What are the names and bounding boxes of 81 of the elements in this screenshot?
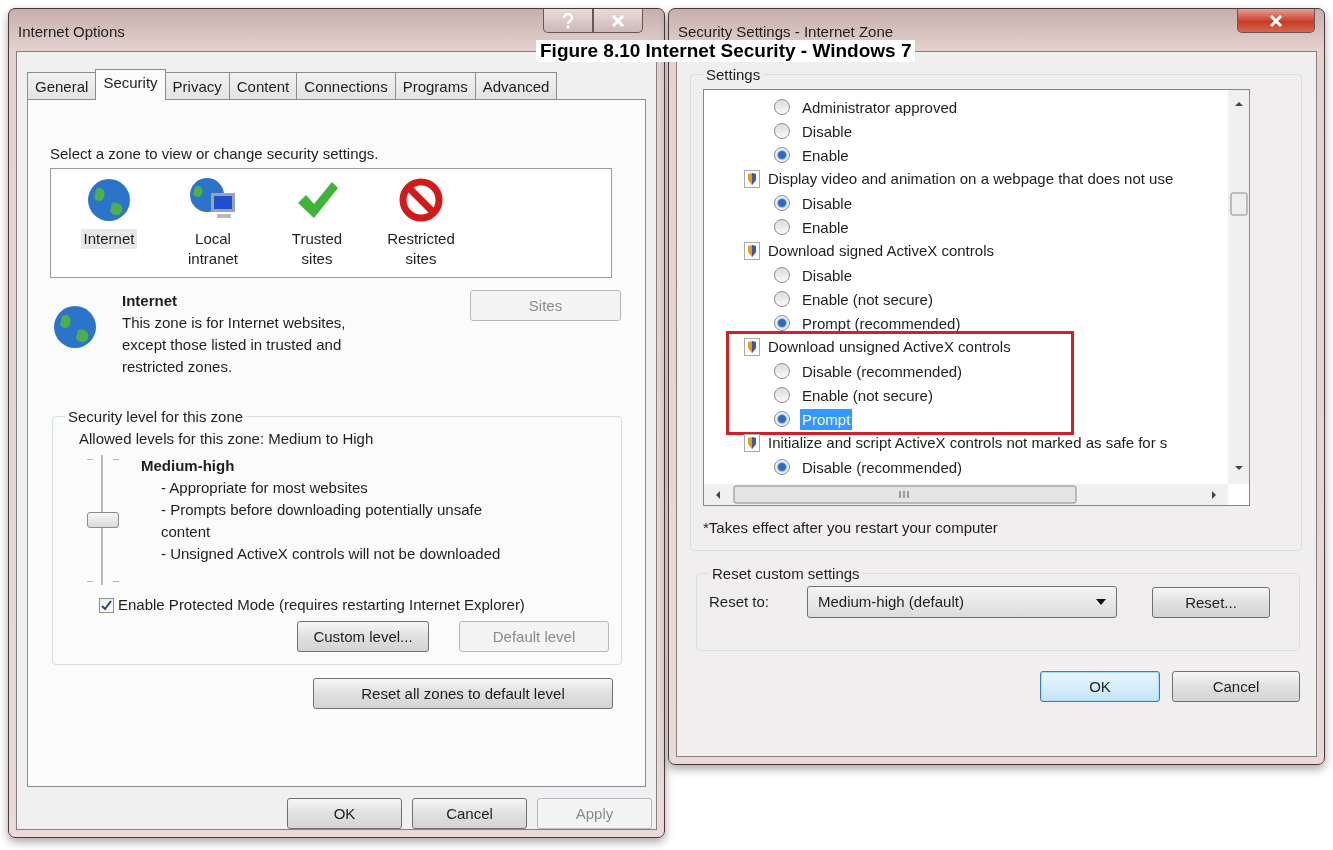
radio-button[interactable] [774, 387, 790, 403]
option-label[interactable]: Enable [800, 216, 851, 238]
dropdown-arrow-icon [1096, 599, 1106, 605]
radio-button[interactable] [774, 459, 790, 475]
reset-all-button[interactable]: Reset all zones to default level [313, 678, 613, 709]
reset-dropdown[interactable]: Medium-high (default) [807, 586, 1117, 618]
close-button[interactable] [593, 9, 643, 33]
tab[interactable]: General [27, 72, 97, 99]
option-label[interactable]: Enable (not secure) [800, 288, 935, 310]
zone-item[interactable]: Trusted sites [272, 229, 362, 269]
option-label[interactable]: Enable [800, 144, 851, 166]
option-label[interactable]: Disable [800, 120, 855, 142]
setting-heading: Display video and animation on a webpage that does not use [768, 169, 1174, 189]
setting-heading: Download unsigned ActiveX controls [768, 337, 1011, 357]
dialog-button[interactable]: Cancel [1172, 671, 1300, 702]
option-label[interactable]: Disable (recommended) [800, 456, 965, 478]
shield-icon [744, 170, 760, 188]
tab[interactable]: Privacy [164, 72, 230, 99]
close-button[interactable] [1237, 9, 1315, 33]
zone-prompt: Select a zone to view or change security settings. [50, 144, 380, 164]
radio-button[interactable] [774, 123, 790, 139]
globe-icon [52, 304, 98, 350]
zone-item[interactable]: Restricted sites [376, 229, 466, 269]
close-icon [611, 14, 625, 27]
group-legend: Security level for this zone [65, 408, 247, 425]
radio-button[interactable] [774, 267, 790, 283]
level-button[interactable]: Custom level... [297, 621, 429, 652]
option-label[interactable]: Disable (recommended) [800, 360, 965, 382]
setting-heading: Download signed ActiveX controls [768, 241, 994, 261]
window-title: Security Settings - Internet Zone [677, 23, 894, 40]
level-name: Medium-high [141, 456, 236, 476]
globe-icon [86, 177, 132, 223]
level-description: - Unsigned ActiveX controls will not be downloaded [160, 544, 502, 564]
reset-button[interactable]: Reset... [1152, 586, 1270, 618]
radio-button[interactable] [774, 315, 790, 331]
horizontal-scrollbar-drawing[interactable] [704, 484, 1228, 505]
checkbox[interactable] [99, 597, 114, 613]
zone-description: This zone is for Internet websites, except those listed in trusted and restricted zones. [122, 313, 347, 377]
zone-item[interactable]: Internet [80, 229, 138, 249]
zone-item[interactable]: Local intranet [168, 229, 258, 269]
option-label[interactable]: Disable [800, 192, 855, 214]
reset-label: Reset to: [709, 592, 771, 612]
figure-caption: Figure 8.10 Internet Security - Windows 7 [536, 40, 916, 62]
radio-button[interactable] [774, 363, 790, 379]
radio-button[interactable] [774, 219, 790, 235]
option-label[interactable]: Administrator approved [800, 96, 960, 118]
dialog-button[interactable]: OK [1040, 671, 1160, 702]
shield-icon [744, 242, 760, 260]
radio-button[interactable] [774, 291, 790, 307]
help-button[interactable] [543, 9, 593, 33]
tab[interactable]: Connections [296, 72, 396, 99]
radio-button[interactable] [774, 411, 790, 427]
option-label[interactable]: Disable [800, 264, 855, 286]
shield-icon [744, 434, 760, 452]
zone-name: Internet [122, 291, 178, 311]
restart-note: *Takes effect after you restart your computer [703, 518, 999, 538]
prohibited-icon [398, 177, 444, 223]
tab[interactable]: Programs [394, 72, 476, 99]
shield-icon [744, 338, 760, 356]
close-icon [1269, 14, 1283, 27]
setting-heading: Initialize and script ActiveX controls not marked as safe for s [768, 433, 1168, 453]
level-description: - Appropriate for most websites [160, 478, 369, 498]
tab[interactable]: Content [228, 72, 298, 99]
level-description: - Prompts before downloading potentially unsafe content [160, 500, 484, 542]
help-icon [562, 12, 574, 29]
option-label[interactable]: Prompt (recommended) [800, 312, 963, 334]
option-label[interactable]: Enable (not secure) [800, 384, 935, 406]
radio-button[interactable] [774, 195, 790, 211]
tab[interactable]: Security [95, 69, 166, 100]
group-legend: Reset custom settings [709, 565, 863, 582]
checkbox-label[interactable]: Enable Protected Mode (requires restarting Internet Explorer) [118, 595, 525, 615]
allowed-levels-text: Allowed levels for this zone: Medium to High [78, 429, 375, 449]
slider-thumb[interactable] [87, 512, 119, 528]
radio-button[interactable] [774, 147, 790, 163]
vertical-scrollbar-drawing[interactable] [1228, 90, 1249, 484]
group-legend: Settings [703, 66, 764, 83]
dialog-button[interactable]: OK [287, 798, 402, 829]
radio-button[interactable] [774, 99, 790, 115]
dialog-button[interactable]: Cancel [412, 798, 527, 829]
window-title: Internet Options [17, 23, 125, 40]
tab[interactable]: Advanced [474, 72, 558, 99]
